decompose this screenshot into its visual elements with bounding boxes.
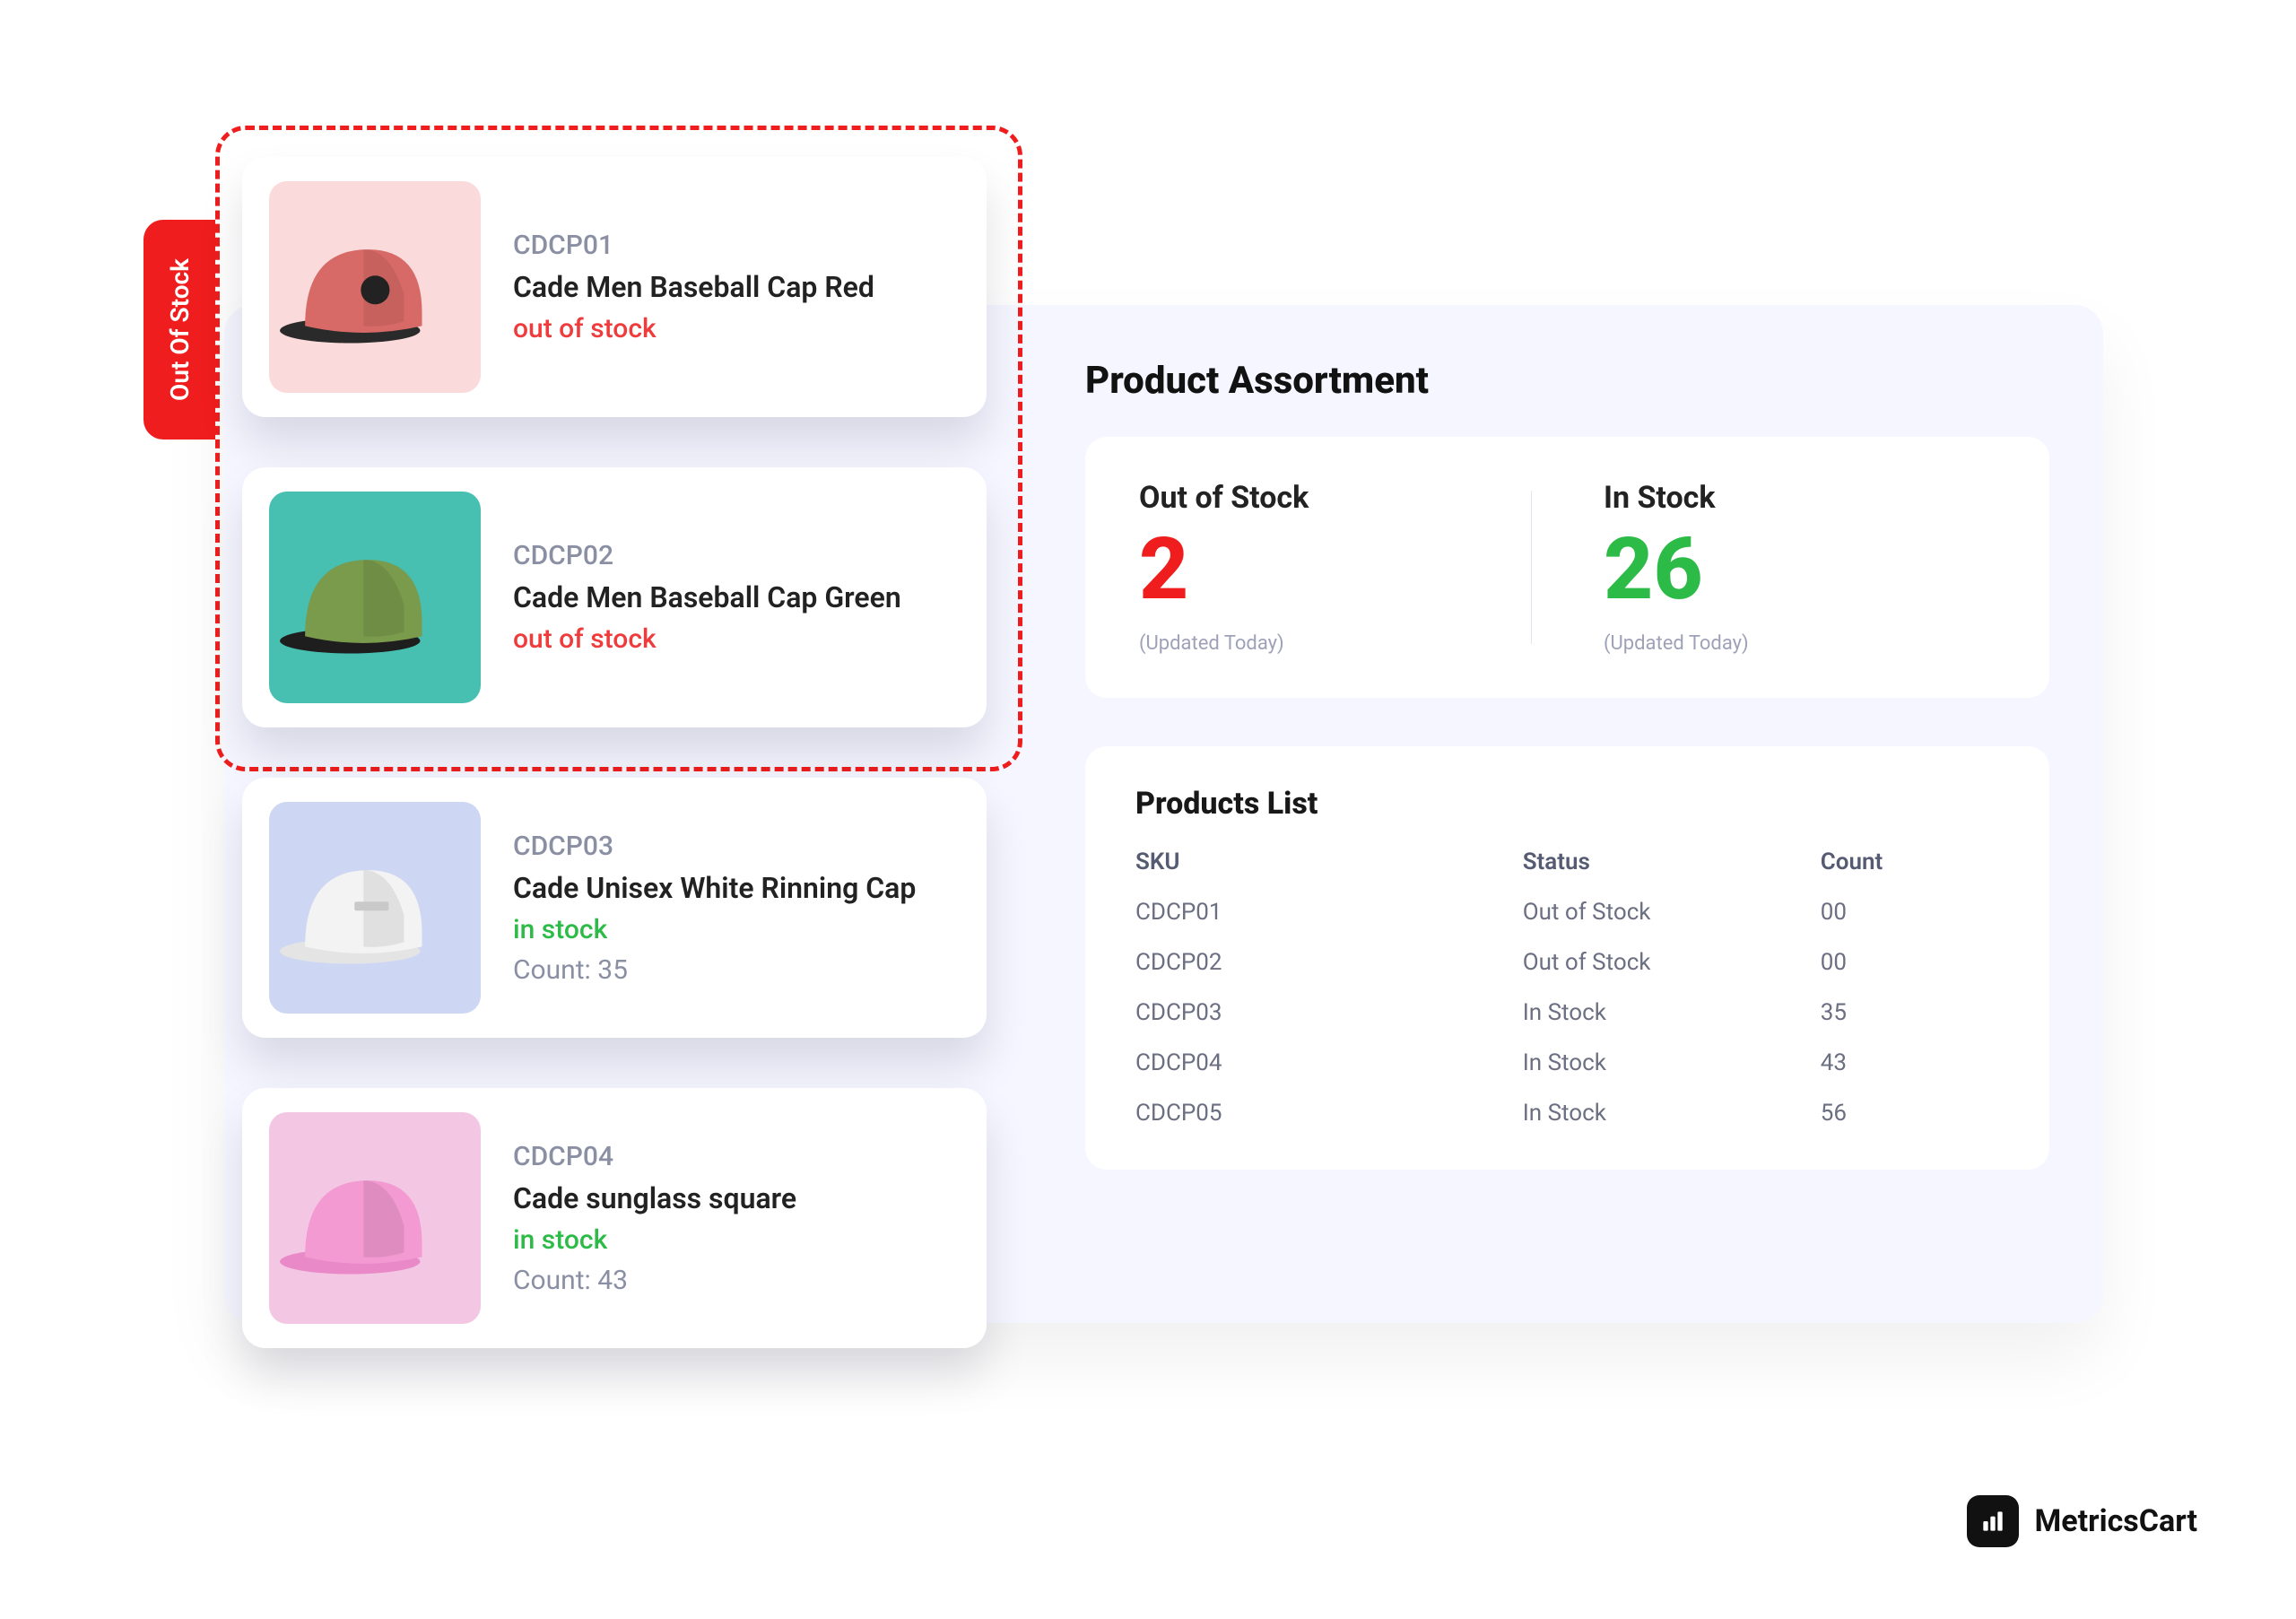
cap-pink-icon xyxy=(269,1127,481,1310)
product-status: in stock xyxy=(513,914,916,945)
table-cell-status: In Stock xyxy=(1523,1049,1821,1076)
product-card[interactable]: CDCP01 Cade Men Baseball Cap Red out of st… xyxy=(242,157,987,417)
products-table: SKU Status Count CDCP01Out of Stock00 CDC… xyxy=(1135,849,1999,1127)
in-stock-value: 26 xyxy=(1604,527,1996,613)
brand-footer: MetricsCart xyxy=(1967,1495,2198,1547)
product-status: in stock xyxy=(513,1224,796,1256)
product-info: CDCP04 Cade sunglass square in stock Count:… xyxy=(513,1141,796,1296)
product-info: CDCP03 Cade Unisex White Rinning Cap in st… xyxy=(513,831,916,986)
table-cell-sku: CDCP03 xyxy=(1135,999,1523,1026)
table-cell-sku: CDCP04 xyxy=(1135,1049,1523,1076)
product-status: out of stock xyxy=(513,623,901,655)
product-card-list: CDCP01 Cade Men Baseball Cap Red out of st… xyxy=(242,157,987,1348)
table-cell-status: Out of Stock xyxy=(1523,899,1821,926)
out-of-stock-label: Out of Stock xyxy=(1139,480,1531,516)
product-name: Cade Men Baseball Cap Red xyxy=(513,270,874,304)
brand-name: MetricsCart xyxy=(2035,1503,2198,1539)
in-stock-label: In Stock xyxy=(1604,480,1996,516)
product-info: CDCP02 Cade Men Baseball Cap Green out of … xyxy=(513,540,901,655)
table-cell-count: 35 xyxy=(1821,999,1999,1026)
product-info: CDCP01 Cade Men Baseball Cap Red out of st… xyxy=(513,230,874,344)
cap-red-icon xyxy=(269,196,481,379)
product-card[interactable]: CDCP02 Cade Men Baseball Cap Green out of … xyxy=(242,467,987,727)
product-thumbnail xyxy=(269,802,481,1014)
table-cell-count: 00 xyxy=(1821,899,1999,926)
product-count: Count: 43 xyxy=(513,1265,796,1296)
product-sku: CDCP02 xyxy=(513,540,901,571)
product-card[interactable]: CDCP03 Cade Unisex White Rinning Cap in st… xyxy=(242,778,987,1038)
product-sku: CDCP04 xyxy=(513,1141,796,1172)
col-status: Status xyxy=(1523,849,1821,875)
cap-white-icon xyxy=(269,816,481,1000)
summary-card: Out of Stock 2 (Updated Today) In Stock … xyxy=(1085,437,2049,698)
side-tab-label: Out Of Stock xyxy=(165,258,195,401)
product-sku: CDCP01 xyxy=(513,230,874,261)
product-name: Cade Unisex White Rinning Cap xyxy=(513,871,916,905)
assortment-title: Product Assortment xyxy=(1085,359,2049,403)
bar-chart-icon xyxy=(1967,1495,2019,1547)
table-cell-sku: CDCP02 xyxy=(1135,949,1523,976)
col-sku: SKU xyxy=(1135,849,1523,875)
table-cell-sku: CDCP05 xyxy=(1135,1100,1523,1127)
table-cell-status: Out of Stock xyxy=(1523,949,1821,976)
products-list-card: Products List SKU Status Count CDCP01Out… xyxy=(1085,746,2049,1170)
summary-in-stock: In Stock 26 (Updated Today) xyxy=(1532,480,1996,655)
product-thumbnail xyxy=(269,1112,481,1324)
product-thumbnail xyxy=(269,181,481,393)
product-thumbnail xyxy=(269,492,481,703)
table-cell-status: In Stock xyxy=(1523,999,1821,1026)
cap-green-icon xyxy=(269,506,481,690)
product-name: Cade Men Baseball Cap Green xyxy=(513,580,901,614)
summary-out-of-stock: Out of Stock 2 (Updated Today) xyxy=(1139,480,1531,655)
in-stock-sub: (Updated Today) xyxy=(1604,632,1996,655)
product-name: Cade sunglass square xyxy=(513,1181,796,1215)
table-cell-count: 43 xyxy=(1821,1049,1999,1076)
product-card[interactable]: CDCP04 Cade sunglass square in stock Count:… xyxy=(242,1088,987,1348)
out-of-stock-sub: (Updated Today) xyxy=(1139,632,1531,655)
table-cell-count: 00 xyxy=(1821,949,1999,976)
table-cell-status: In Stock xyxy=(1523,1100,1821,1127)
table-cell-count: 56 xyxy=(1821,1100,1999,1127)
out-of-stock-value: 2 xyxy=(1139,527,1531,613)
col-count: Count xyxy=(1821,849,1999,875)
table-cell-sku: CDCP01 xyxy=(1135,899,1523,926)
product-sku: CDCP03 xyxy=(513,831,916,862)
products-list-title: Products List xyxy=(1135,786,1999,822)
product-status: out of stock xyxy=(513,313,874,344)
out-of-stock-side-tab[interactable]: Out Of Stock xyxy=(144,220,215,440)
product-count: Count: 35 xyxy=(513,954,916,986)
